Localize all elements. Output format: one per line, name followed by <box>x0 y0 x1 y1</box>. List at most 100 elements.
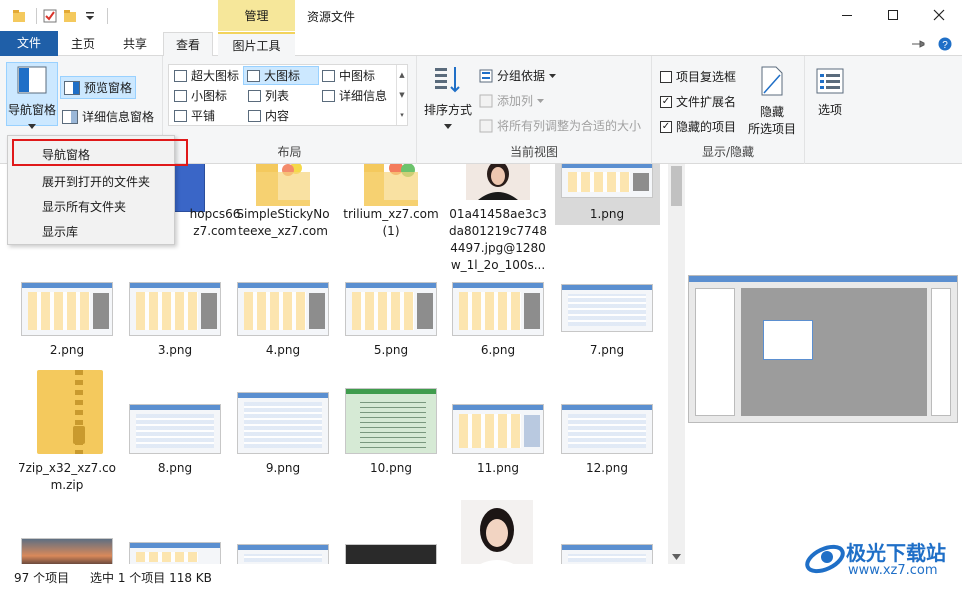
chevron-down-icon <box>549 73 557 78</box>
file-extensions-checkbox[interactable]: ✓ <box>660 95 672 108</box>
new-folder-icon[interactable] <box>63 9 77 23</box>
layout-small-icons[interactable]: 小图标 <box>171 86 227 105</box>
layout-large-icons[interactable]: 大图标 <box>243 66 319 85</box>
watermark-text: 极光下载站 <box>846 541 946 565</box>
menu-item-show-all-folders[interactable]: 显示所有文件夹 <box>8 194 174 220</box>
hidden-items-toggle[interactable]: ✓ 隐藏的项目 <box>660 118 736 135</box>
file-name-line2: (1) <box>382 224 400 238</box>
watermark-url: www.xz7.com <box>848 563 938 578</box>
tiles-icon <box>174 109 187 122</box>
help-icon[interactable]: ? <box>938 37 952 51</box>
layout-extra-large-icons[interactable]: 超大图标 <box>171 66 239 85</box>
sort-by-label: 排序方式 <box>423 103 472 117</box>
file-name-line1: 7zip_x32_xz7.co <box>17 461 117 475</box>
layout-medium-icons[interactable]: 中图标 <box>319 66 375 85</box>
hide-selected-label-line1: 隐藏 <box>759 105 784 119</box>
selection-info: 选中 1 个项目 118 KB <box>90 571 212 585</box>
hide-selected-items-button[interactable]: 隐藏 所选项目 <box>744 66 800 136</box>
scroll-up-icon[interactable]: ▲ <box>397 65 407 85</box>
navigation-pane-dropdown: 导航窗格 展开到打开的文件夹 显示所有文件夹 显示库 <box>7 135 188 245</box>
file-thumbnail[interactable] <box>237 544 329 564</box>
small-icons-icon <box>174 89 187 102</box>
scroll-down-arrow-icon[interactable] <box>672 554 681 560</box>
content-icon <box>248 109 261 122</box>
zip-folder-icon <box>37 370 103 454</box>
add-columns-label: 添加列 <box>497 94 534 108</box>
pin-icon[interactable] <box>912 39 926 49</box>
file-thumbnail[interactable] <box>129 542 221 564</box>
ribbon-tabs: 文件 主页 共享 查看 图片工具 ? <box>0 31 962 56</box>
layout-content[interactable]: 内容 <box>245 106 289 125</box>
preview-pane-label: 预览窗格 <box>84 81 133 95</box>
layout-item-label: 大图标 <box>264 69 301 83</box>
photo-thumbnail[interactable] <box>461 500 533 564</box>
file-extensions-toggle[interactable]: ✓ 文件扩展名 <box>660 93 736 110</box>
customize-dropdown-icon[interactable] <box>83 9 97 23</box>
preview-pane-button[interactable]: 预览窗格 <box>60 76 137 99</box>
item-checkboxes-toggle[interactable]: 项目复选框 <box>660 68 736 85</box>
app-icon <box>13 10 25 22</box>
layout-gallery-scroll[interactable]: ▲ ▼ ▾ <box>396 65 407 125</box>
menu-item-expand-to-open-folder[interactable]: 展开到打开的文件夹 <box>8 169 174 195</box>
group-by-button[interactable]: 分组依据 <box>479 67 557 84</box>
tab-share[interactable]: 共享 <box>114 32 156 56</box>
size-columns-icon <box>479 119 493 132</box>
layout-item-label: 列表 <box>265 89 290 103</box>
layout-item-label: 详细信息 <box>339 89 388 103</box>
menu-item-show-libraries[interactable]: 显示库 <box>8 219 174 245</box>
group-by-icon <box>479 69 493 82</box>
file-name: 10.png <box>370 461 412 475</box>
file-thumbnail[interactable] <box>345 544 437 564</box>
file-thumbnail <box>21 282 113 336</box>
tab-picture-tools[interactable]: 图片工具 <box>218 32 295 56</box>
item-count: 97 个项目 <box>14 571 70 585</box>
file-thumbnail[interactable] <box>561 544 653 564</box>
details-pane-icon <box>62 109 78 124</box>
file-name: 12.png <box>586 461 628 475</box>
layout-item-label: 内容 <box>265 109 290 123</box>
scrollbar-thumb[interactable] <box>671 166 682 206</box>
tab-right-controls: ? <box>912 37 952 51</box>
vertical-scrollbar[interactable] <box>668 164 685 564</box>
minimize-button[interactable] <box>824 0 870 30</box>
sort-by-button[interactable]: 排序方式 <box>423 64 473 129</box>
details-pane-button[interactable]: 详细信息窗格 <box>62 108 154 125</box>
expand-gallery-icon[interactable]: ▾ <box>397 105 407 125</box>
scroll-down-icon[interactable]: ▼ <box>397 85 407 105</box>
preview-image <box>688 275 958 423</box>
file-name: 3.png <box>157 343 193 357</box>
item-checkboxes-checkbox[interactable] <box>660 70 672 83</box>
add-columns-icon <box>479 94 493 107</box>
tab-home[interactable]: 主页 <box>62 32 104 56</box>
preview-pane <box>685 164 962 564</box>
hide-selected-label-line2: 所选项目 <box>747 122 796 136</box>
file-name-line1: 01a41458ae3c3 <box>449 207 547 221</box>
layout-details[interactable]: 详细信息 <box>319 86 387 105</box>
layout-group-label: 布局 <box>277 145 302 159</box>
layout-tiles[interactable]: 平铺 <box>171 106 215 125</box>
file-thumbnail <box>129 404 221 454</box>
tab-view[interactable]: 查看 <box>163 32 213 56</box>
layout-list[interactable]: 列表 <box>245 86 289 105</box>
options-button[interactable]: 选项 <box>809 68 851 118</box>
details-pane-label: 详细信息窗格 <box>82 110 155 124</box>
options-group: 选项 <box>805 56 855 164</box>
hidden-items-checkbox[interactable]: ✓ <box>660 120 672 133</box>
tab-file[interactable]: 文件 <box>0 31 58 56</box>
navigation-pane-button[interactable]: 导航窗格 <box>6 62 58 129</box>
options-icon <box>816 68 844 94</box>
file-name: 4.png <box>265 343 301 357</box>
file-thumbnail <box>237 392 329 454</box>
file-thumbnail[interactable] <box>21 538 113 564</box>
options-label: 选项 <box>817 103 842 117</box>
close-icon <box>933 9 945 21</box>
navigation-pane-icon <box>17 66 47 94</box>
close-button[interactable] <box>916 0 962 30</box>
file-name: 11.png <box>477 461 519 475</box>
maximize-icon <box>888 10 898 20</box>
maximize-button[interactable] <box>870 0 916 30</box>
divider <box>107 8 108 24</box>
photo-thumbnail <box>466 164 530 200</box>
divider <box>36 8 37 24</box>
properties-icon[interactable] <box>43 9 57 23</box>
